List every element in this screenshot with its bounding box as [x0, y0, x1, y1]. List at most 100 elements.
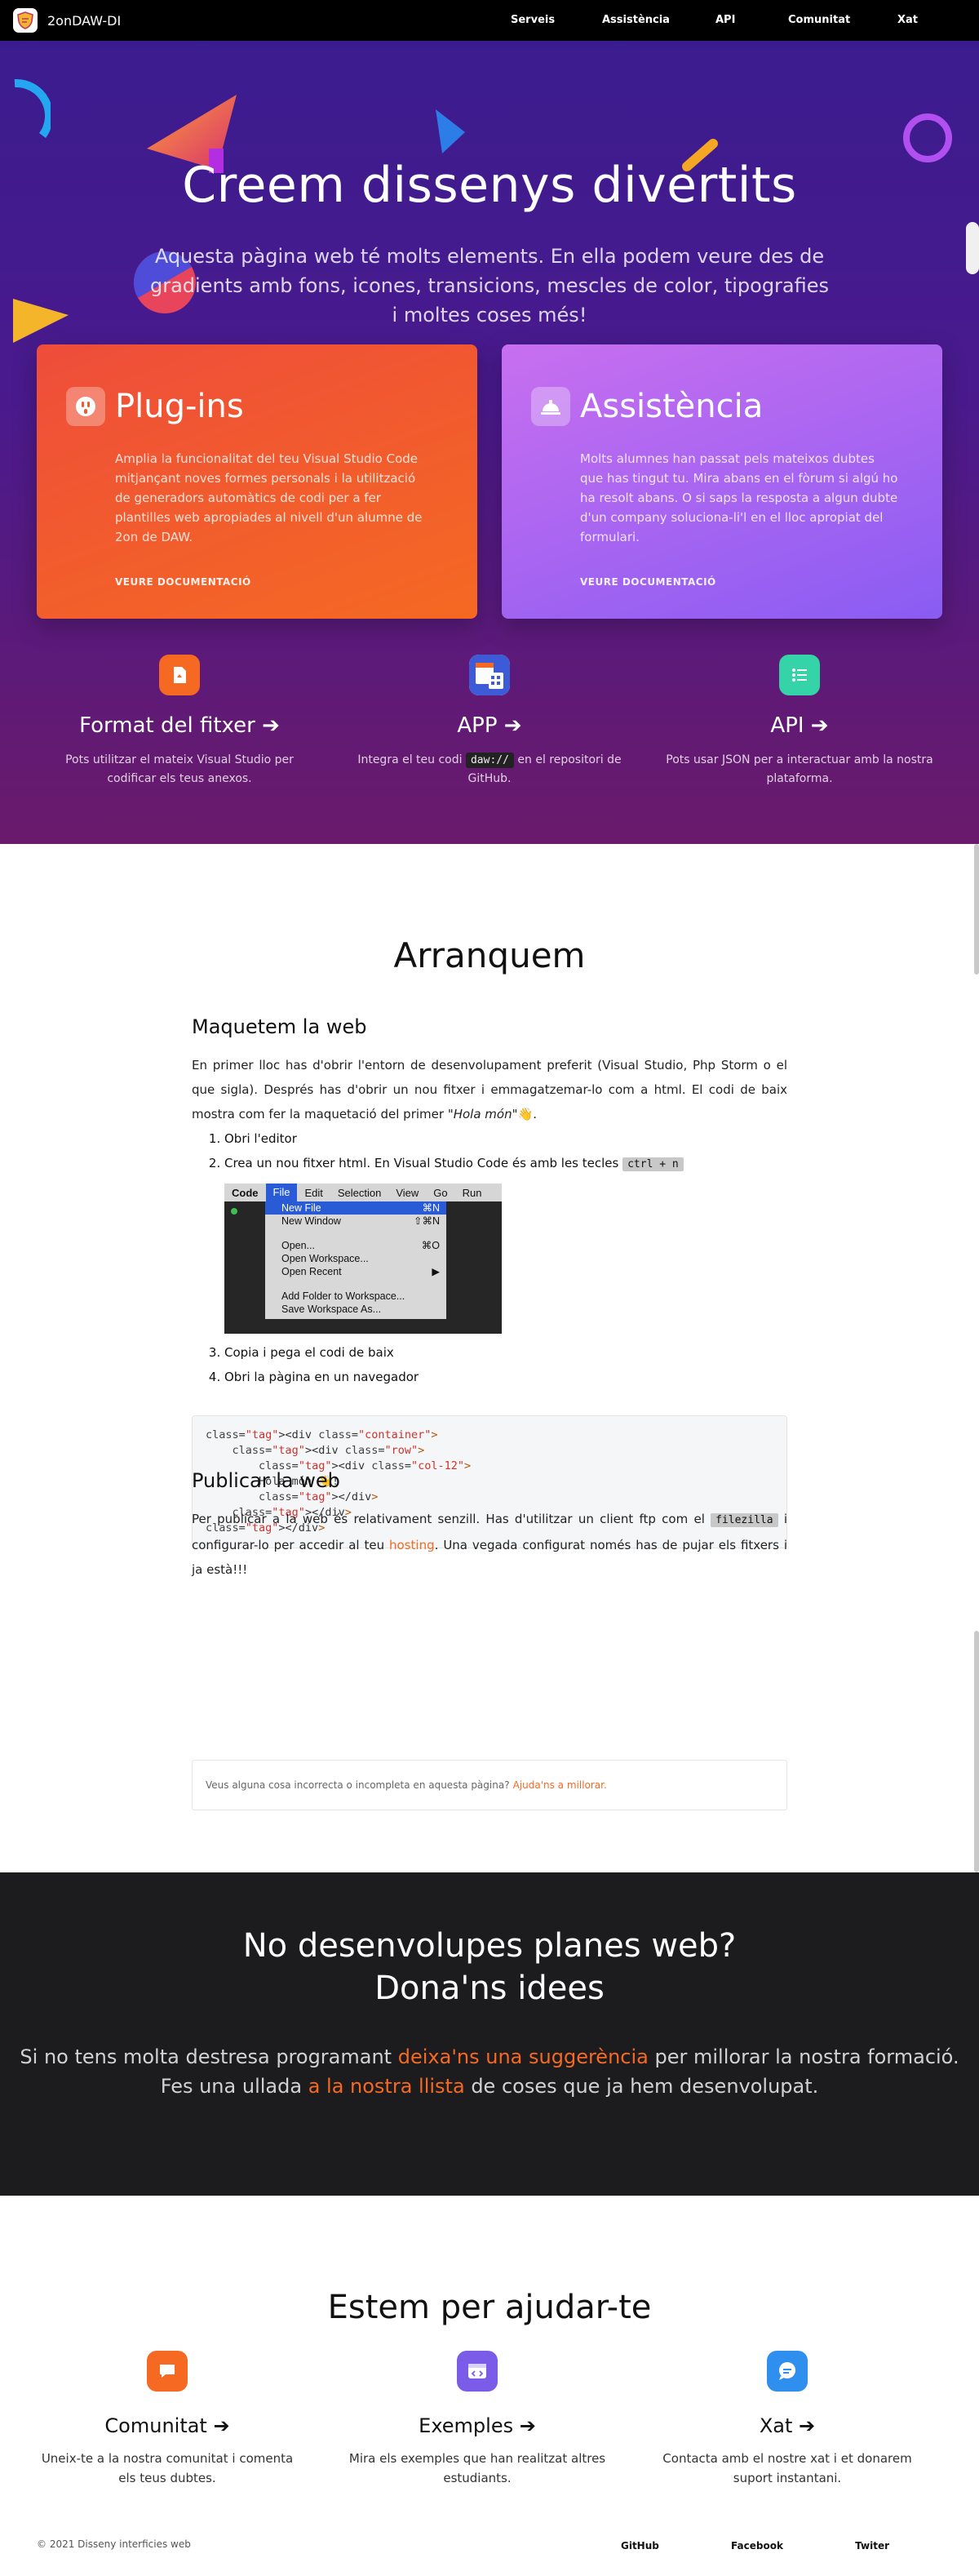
nav-link-api[interactable]: API	[715, 14, 735, 26]
shield-logo-icon	[17, 11, 33, 29]
menu-item: Open Recent ▶	[281, 1266, 440, 1277]
menu-bar-item: Run	[462, 1186, 482, 1199]
app-calendar-icon	[469, 655, 510, 695]
feature-api-text: Pots usar JSON per a interactuar amb la …	[666, 753, 933, 785]
getting-started-section: Arranquem Maquetem la web En primer lloc…	[0, 844, 979, 1872]
nav-link-serveis[interactable]: Serveis	[511, 14, 555, 26]
menu-item: New Window ⇧⌘N	[281, 1215, 440, 1227]
step-item: Obri la pàgina en un navegador	[224, 1365, 787, 1389]
feedback-text: Veus alguna cosa incorrecta o incompleta…	[206, 1779, 510, 1791]
menu-item: New File ⌘N	[265, 1201, 446, 1215]
decor-arc-shape	[14, 78, 51, 139]
help-exemples-title[interactable]: Exemples ➔	[322, 2414, 632, 2437]
step-item: Obri l'editor	[224, 1126, 787, 1151]
plugins-card-title: Plug-ins	[115, 388, 244, 425]
maquetem-title: Maquetem la web	[192, 1015, 367, 1038]
feature-app-text: Integra el teu codi daw:// en el reposit…	[357, 753, 622, 785]
ideas-cta-section: No desenvolupes planes web? Dona'ns idees…	[0, 1872, 979, 2196]
footer-copyright: © 2021 Disseny interficies web	[37, 2538, 191, 2550]
code-line: class="tag"><div class="container">	[206, 1428, 438, 1441]
suggestion-link[interactable]: deixa'ns una suggerència	[398, 2045, 649, 2068]
menu-item: Open Workspace...	[281, 1253, 369, 1264]
chat-icon	[147, 2351, 188, 2392]
menu-item: Add Folder to Workspace...	[281, 1290, 405, 1302]
help-section: Estem per ajudar-te Comunitat ➔ Uneix-te…	[0, 2196, 979, 2576]
plugins-card[interactable]: Plug-ins Amplia la funcionalitat del teu…	[37, 344, 477, 619]
service-bell-icon	[531, 387, 570, 426]
help-xat-title[interactable]: Xat ➔	[632, 2414, 942, 2437]
menu-item: Save Workspace As...	[281, 1304, 382, 1315]
assistencia-card-text: Molts alumnes han passat pels mateixos d…	[580, 451, 898, 544]
brand-logo[interactable]	[13, 8, 38, 33]
help-heading: Estem per ajudar-te	[327, 2289, 652, 2326]
menu-bar-item: View	[396, 1186, 419, 1199]
nav-link-comunitat[interactable]: Comunitat	[788, 14, 850, 26]
code-line: class="tag"><div class="row">	[232, 1444, 425, 1457]
step-item: Copia i pega el codi de baix	[224, 1340, 787, 1365]
footer-links: GitHub Facebook Twiter	[552, 2540, 889, 2552]
feedback-link[interactable]: Ajuda'ns a millorar.	[513, 1779, 607, 1791]
footer-link-twitter[interactable]: Twiter	[855, 2540, 889, 2552]
feature-app: APP ➔ Integra el teu codi daw:// en el r…	[334, 655, 645, 788]
steps-list-continued: Copia i pega el codi de baix Obri la pàg…	[224, 1340, 787, 1389]
cta-text: Si no tens molta destresa programant dei…	[20, 2045, 959, 2098]
help-comunitat-text: Uneix-te a la nostra comunitat i comenta…	[41, 2451, 294, 2485]
list-link[interactable]: a la nostra llista	[308, 2075, 465, 2098]
shortcut-code: ctrl + n	[622, 1157, 684, 1171]
nav-link-assistencia[interactable]: Assistència	[602, 14, 670, 26]
feature-api: API ➔ Pots usar JSON per a interactuar a…	[645, 655, 955, 788]
daw-protocol-code: daw://	[465, 753, 514, 768]
menu-bar-item: Edit	[304, 1186, 323, 1199]
feedback-note: Veus alguna cosa incorrecta o incompleta…	[192, 1760, 787, 1810]
decor-yellow-triangle	[13, 299, 69, 343]
plug-icon	[66, 387, 105, 426]
maquetem-paragraph: En primer lloc has d'obrir l'entorn de d…	[192, 1058, 787, 1121]
decor-right-edge-shape	[966, 222, 979, 274]
menu-bar-item: File	[265, 1184, 298, 1201]
feature-api-title[interactable]: API ➔	[645, 713, 955, 738]
publicar-block: Publicar la web Per publicar a la web és…	[192, 1469, 787, 1582]
assistencia-card[interactable]: Assistència Molts alumnes han passat pel…	[502, 344, 942, 619]
help-exemples-text: Mira els exemples que han realitzat altr…	[348, 2451, 606, 2485]
file-menu-dropdown: New File ⌘N New Window ⇧⌘N Open... ⌘O Open …	[265, 1201, 446, 1319]
decor-blue-triangle	[436, 109, 465, 153]
list-icon	[779, 655, 820, 695]
menu-bar-item: Selection	[337, 1186, 382, 1199]
brand-name[interactable]: 2onDAW-DI	[47, 13, 121, 29]
plugins-card-text: Amplia la funcionalitat del teu Visual S…	[115, 451, 423, 544]
footer-link-facebook[interactable]: Facebook	[731, 2540, 783, 2552]
hero-lead: Aquesta pàgina web té molts elements. En…	[149, 245, 830, 326]
assistencia-card-title: Assistència	[580, 388, 764, 425]
assistencia-doc-link[interactable]: VEURE DOCUMENTACIÓ	[580, 576, 913, 588]
feature-format-text: Pots utilitzar el mateix Visual Studio p…	[65, 753, 294, 785]
help-exemples: Exemples ➔ Mira els exemples que han rea…	[322, 2351, 632, 2488]
hero-section: Creem dissenys divertits Aquesta pàgina …	[0, 41, 979, 844]
menu-bar: Code File Edit Selection View Go Run	[224, 1184, 502, 1201]
publicar-title: Publicar la web	[192, 1469, 340, 1492]
menu-bar-item: Code	[232, 1186, 259, 1199]
file-icon	[159, 655, 200, 695]
plugins-doc-link[interactable]: VEURE DOCUMENTACIÓ	[115, 576, 448, 588]
file-menu-screenshot: Code File Edit Selection View Go Run New…	[224, 1184, 502, 1334]
help-xat-text: Contacta amb el nostre xat i et donarem …	[662, 2451, 912, 2485]
hosting-link[interactable]: hosting	[389, 1538, 435, 1552]
feature-format-title[interactable]: Format del fitxer ➔	[24, 713, 334, 738]
nav-link-xat[interactable]: Xat	[897, 14, 918, 26]
help-xat: Xat ➔ Contacta amb el nostre xat i et do…	[632, 2351, 942, 2488]
menu-bar-item: Go	[433, 1186, 448, 1199]
steps-list: Obri l'editor Crea un nou fitxer html. E…	[224, 1126, 787, 1177]
feature-format: Format del fitxer ➔ Pots utilitzar el ma…	[24, 655, 334, 788]
window-dot-icon	[231, 1208, 237, 1215]
footer-link-github[interactable]: GitHub	[621, 2540, 659, 2552]
cta-title: No desenvolupes planes web? Dona'ns idees	[242, 1927, 737, 2007]
step-item: Crea un nou fitxer html. En Visual Studi…	[224, 1151, 787, 1177]
getting-started-heading: Arranquem	[393, 935, 586, 975]
filezilla-code: filezilla	[711, 1513, 778, 1527]
help-comunitat-title[interactable]: Comunitat ➔	[12, 2414, 322, 2437]
code-window-icon	[457, 2351, 498, 2392]
publicar-paragraph: Per publicar a la web és relativament se…	[192, 1512, 787, 1577]
feature-app-title[interactable]: APP ➔	[334, 713, 645, 738]
scrollbar-segment[interactable]	[974, 1631, 979, 1872]
hero-title: Creem dissenys divertits	[182, 157, 797, 214]
menu-item: Open... ⌘O	[281, 1240, 440, 1251]
